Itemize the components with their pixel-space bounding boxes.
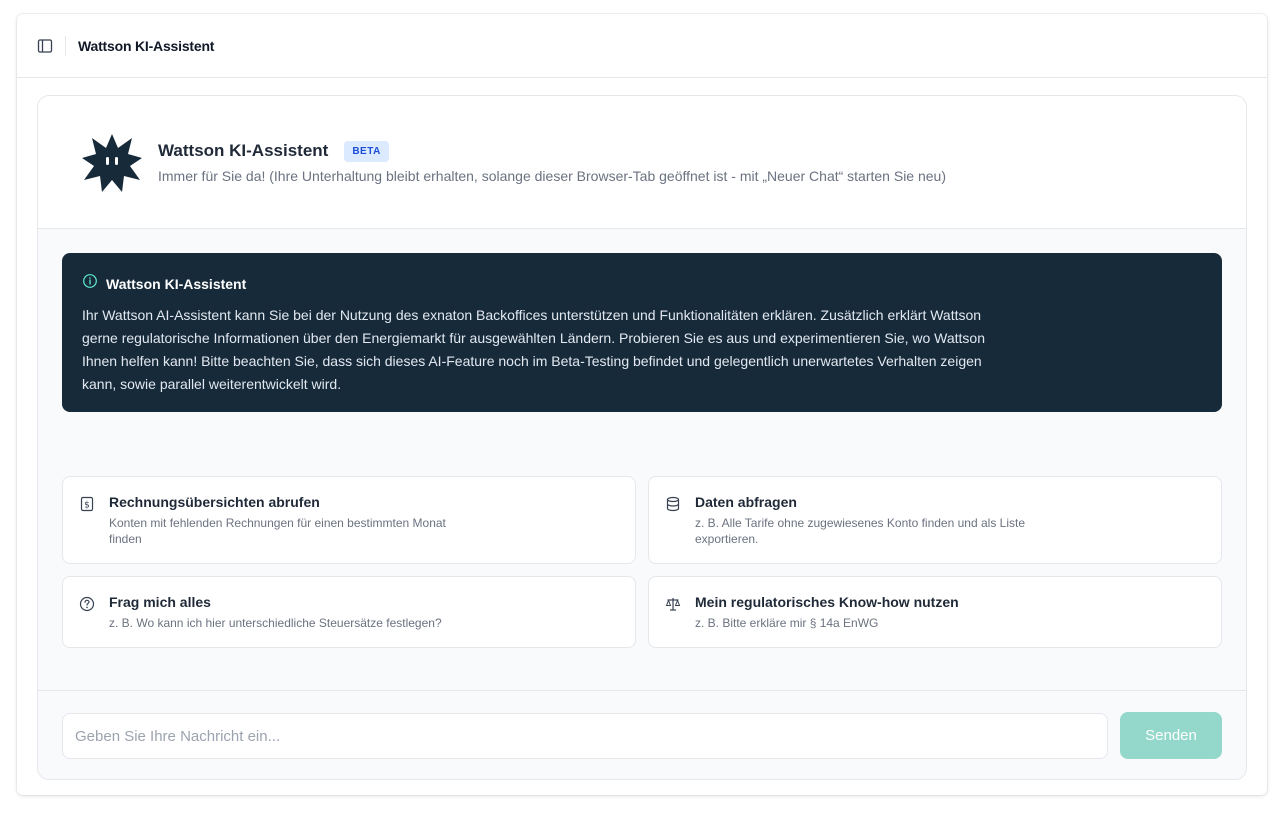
suggestion-title: Rechnungsübersichten abrufen xyxy=(109,494,320,510)
suggestion-desc: z. B. Alle Tarife ohne zugewiesenes Kont… xyxy=(695,516,1025,546)
chat-panel: Wattson KI-Assistent BETA Immer für Sie … xyxy=(37,95,1247,780)
page-title: Wattson KI-Assistent xyxy=(78,37,215,54)
suggestion-title: Daten abfragen xyxy=(695,494,797,510)
suggestion-card-invoices[interactable]: $ Rechnungsübersichten abrufen Konten mi… xyxy=(62,476,636,564)
assistant-subtitle: Immer für Sie da! (Ihre Unterhaltung ble… xyxy=(158,167,947,184)
message-input[interactable] xyxy=(62,713,1108,759)
invoice-icon: $ xyxy=(79,496,95,512)
message-composer: Senden xyxy=(38,690,1246,779)
info-text: Ihr Wattson AI-Assistent kann Sie bei de… xyxy=(82,307,986,392)
suggestion-desc: Konten mit fehlenden Rechnungen für eine… xyxy=(109,516,446,546)
assistant-window: Wattson KI-Assistent Wattson KI-Assisten… xyxy=(17,14,1267,795)
suggestion-desc: z. B. Bitte erkläre mir § 14a EnWG xyxy=(695,616,879,630)
database-icon xyxy=(665,496,681,512)
info-icon xyxy=(82,273,98,294)
suggestion-title: Mein regulatorisches Know-how nutzen xyxy=(695,594,959,610)
suggestion-card-ask-anything[interactable]: Frag mich alles z. B. Wo kann ich hier u… xyxy=(62,576,636,648)
info-notice: Wattson KI-Assistent Ihr Wattson AI-Assi… xyxy=(62,253,1222,412)
top-bar: Wattson KI-Assistent xyxy=(17,14,1267,78)
suggestion-desc: z. B. Wo kann ich hier unterschiedliche … xyxy=(109,616,442,630)
wattson-mascot-icon xyxy=(80,130,144,194)
assistant-title: Wattson KI-Assistent xyxy=(158,141,329,160)
suggestion-card-data-query[interactable]: Daten abfragen z. B. Alle Tarife ohne zu… xyxy=(648,476,1222,564)
sidebar-toggle-icon[interactable] xyxy=(37,38,53,54)
suggestion-title: Frag mich alles xyxy=(109,594,211,610)
send-button[interactable]: Senden xyxy=(1120,712,1222,759)
scales-icon xyxy=(665,596,681,612)
question-icon xyxy=(79,596,95,612)
svg-text:$: $ xyxy=(84,501,90,511)
info-title: Wattson KI-Assistent xyxy=(106,275,247,292)
chat-header: Wattson KI-Assistent BETA Immer für Sie … xyxy=(38,96,1246,229)
suggestion-card-regulatory[interactable]: Mein regulatorisches Know-how nutzen z. … xyxy=(648,576,1222,648)
topbar-divider xyxy=(65,35,66,56)
beta-badge: BETA xyxy=(344,140,389,162)
